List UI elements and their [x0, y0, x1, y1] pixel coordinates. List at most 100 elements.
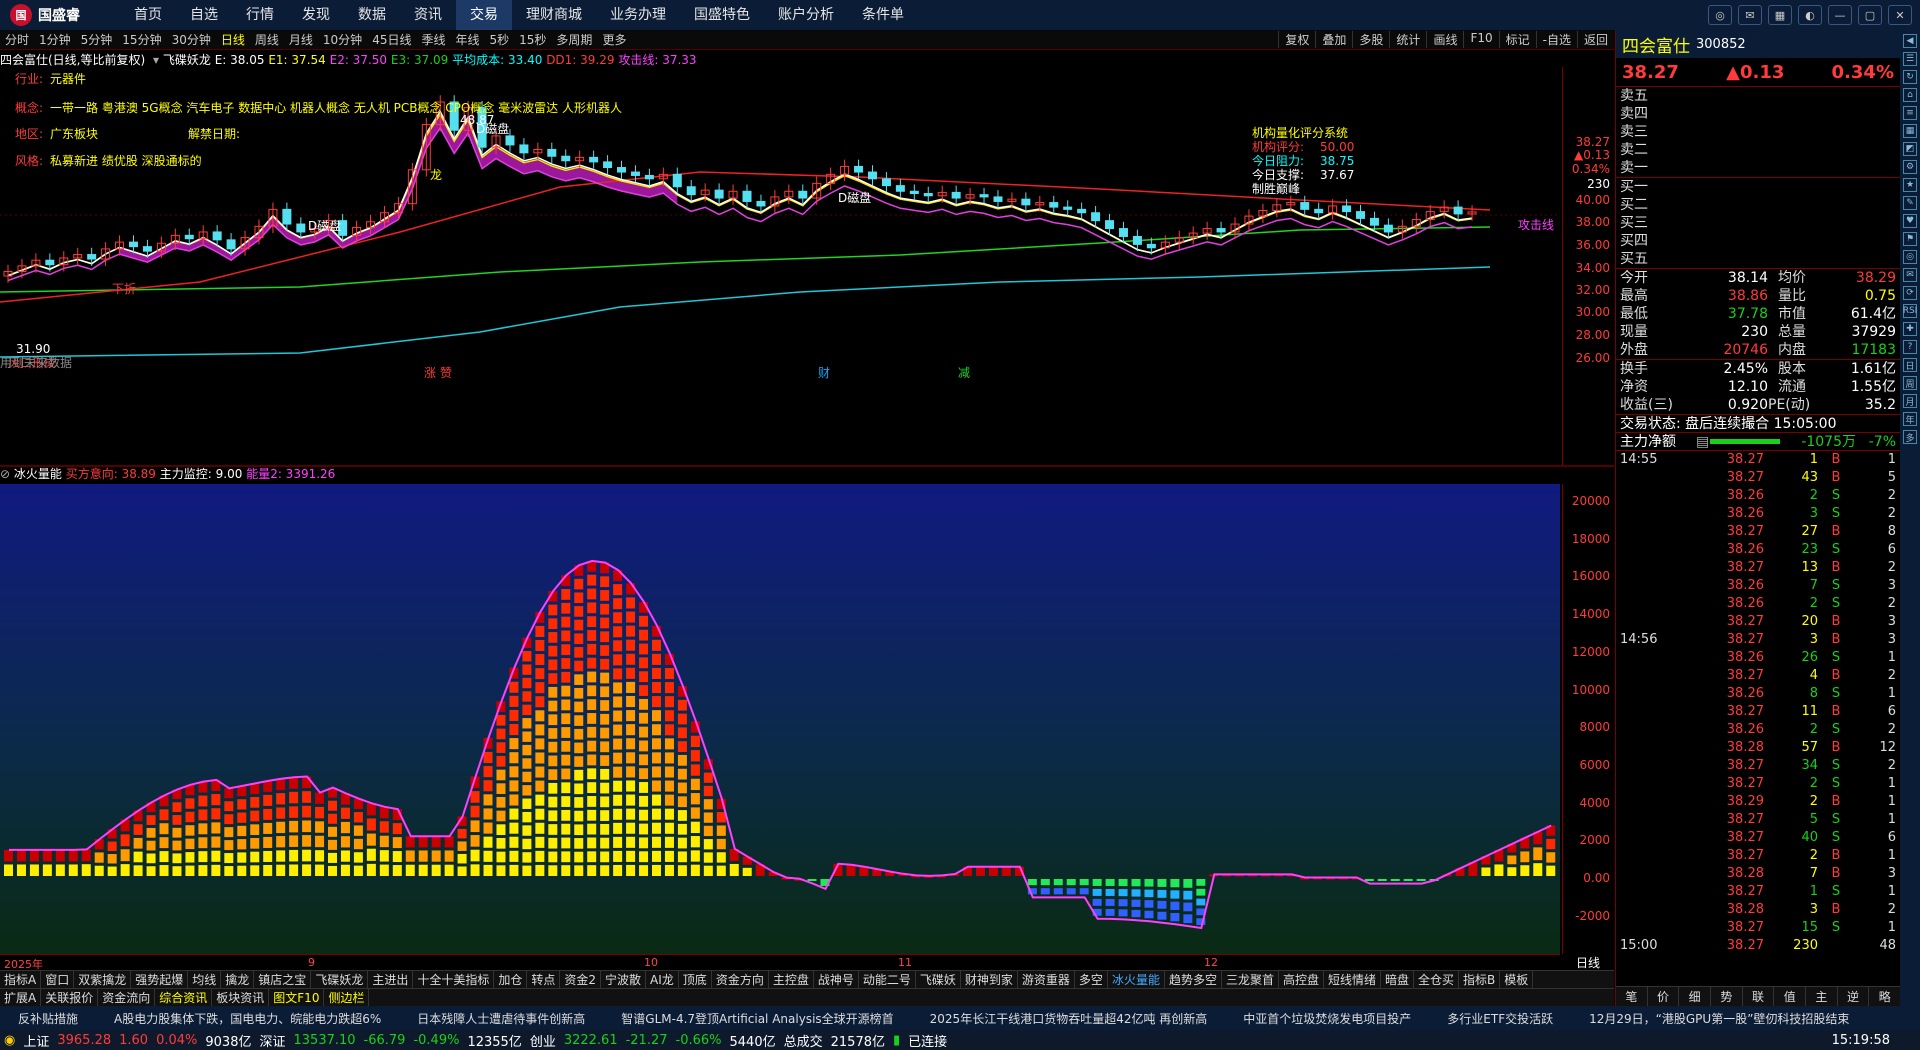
side-tool-0[interactable]: ◀ — [1903, 34, 1917, 48]
period-6[interactable]: 周线 — [250, 31, 284, 48]
indicator-tab-27[interactable]: 高控盘 — [1279, 971, 1324, 988]
indicator-tab-11[interactable]: 转点 — [527, 971, 561, 988]
side-tool-21[interactable]: 年 — [1903, 412, 1917, 426]
nav-item-3[interactable]: 发现 — [288, 0, 344, 30]
nav-item-7[interactable]: 理财商城 — [512, 0, 596, 30]
volume-indicator-name[interactable]: 冰火量能 — [14, 467, 62, 481]
toggle-icon[interactable]: ▤ — [1696, 433, 1710, 450]
period-label[interactable]: 日线 — [1562, 954, 1614, 970]
quote-tab-5[interactable]: 值 — [1774, 987, 1807, 1006]
indicator-tab-31[interactable]: 指标B — [1459, 971, 1501, 988]
side-tool-9[interactable]: ✎ — [1903, 196, 1917, 210]
indicator-tab-1[interactable]: 窗口 — [41, 971, 75, 988]
bid-row-4[interactable]: 买五 — [1616, 250, 1900, 268]
indicator-tab-13[interactable]: 宁波散 — [601, 971, 647, 988]
chart-tool-5[interactable]: F10 — [1463, 31, 1498, 48]
ext-tab-4[interactable]: 板块资讯 — [212, 989, 270, 1006]
quote-tab-3[interactable]: 势 — [1711, 987, 1743, 1006]
bid-row-2[interactable]: 买三 — [1616, 214, 1900, 232]
period-9[interactable]: 45日线 — [367, 31, 416, 48]
nav-item-11[interactable]: 条件单 — [848, 0, 918, 30]
ask-row-1[interactable]: 卖四 — [1616, 105, 1900, 123]
side-tool-8[interactable]: ★ — [1903, 178, 1917, 192]
ask-row-4[interactable]: 卖一 — [1616, 159, 1900, 177]
indicator-tab-32[interactable]: 模板 — [1500, 971, 1534, 988]
ext-tab-0[interactable]: 扩展A — [0, 989, 42, 1006]
quote-tab-4[interactable]: 联 — [1743, 987, 1775, 1006]
tick-list[interactable]: 14:55 38.27 1 B 1 38.27 43 B 5 38.26 2 S 2 38.26 3 S 2 38… — [1616, 450, 1900, 955]
indicator-tab-17[interactable]: 主控盘 — [769, 971, 814, 988]
indicator-tab-24[interactable]: 冰火量能 — [1108, 971, 1165, 988]
ask-row-0[interactable]: 卖五 — [1616, 87, 1900, 105]
side-tool-1[interactable]: ☰ — [1903, 52, 1917, 66]
side-tool-4[interactable]: ≡ — [1903, 106, 1917, 120]
skin-icon[interactable]: ◐ — [1798, 5, 1822, 25]
period-1[interactable]: 1分钟 — [34, 31, 76, 48]
period-10[interactable]: 季线 — [416, 31, 450, 48]
ask-row-2[interactable]: 卖三 — [1616, 123, 1900, 141]
period-14[interactable]: 多周期 — [551, 31, 597, 48]
chart-tool-0[interactable]: 复权 — [1278, 31, 1315, 48]
period-8[interactable]: 10分钟 — [318, 31, 367, 48]
ext-tab-6[interactable]: 侧边栏 — [324, 989, 370, 1006]
nav-item-9[interactable]: 国盛特色 — [680, 0, 764, 30]
grid-icon[interactable]: ▦ — [1768, 5, 1792, 25]
kline-chart[interactable]: 行业: 元器件 概念: 一带一路 粤港澳 5G概念 汽车电子 数据中心 机器人概… — [0, 67, 1560, 465]
ext-tab-2[interactable]: 资金流向 — [98, 989, 156, 1006]
chart-tool-7[interactable]: -自选 — [1535, 31, 1577, 48]
indicator-tab-3[interactable]: 强势起爆 — [131, 971, 189, 988]
indicator-tab-30[interactable]: 全仓买 — [1414, 971, 1460, 988]
period-11[interactable]: 年线 — [450, 31, 484, 48]
indicator-tab-20[interactable]: 飞碟妖 — [916, 971, 961, 988]
news-item-0[interactable]: 反补贴措施 — [0, 1010, 96, 1027]
indicator-tab-28[interactable]: 短线情绪 — [1324, 971, 1382, 988]
nav-item-6[interactable]: 交易 — [456, 0, 512, 30]
nav-item-1[interactable]: 自选 — [176, 0, 232, 30]
indicator-name[interactable]: 飞碟妖龙 — [163, 53, 211, 67]
mail-icon[interactable]: ✉ — [1738, 5, 1762, 25]
chart-tool-3[interactable]: 统计 — [1389, 31, 1426, 48]
indicator-tab-25[interactable]: 趋势多空 — [1165, 971, 1222, 988]
side-tool-7[interactable]: ⚙ — [1903, 160, 1917, 174]
period-2[interactable]: 5分钟 — [76, 31, 118, 48]
max-icon[interactable]: ▢ — [1858, 5, 1882, 25]
news-item-4[interactable]: 2025年长江干线港口货物吞吐量超42亿吨 再创新高 — [912, 1010, 1226, 1027]
indicator-tab-5[interactable]: 擒龙 — [221, 971, 255, 988]
quote-tab-0[interactable]: 笔 — [1616, 987, 1648, 1006]
period-4[interactable]: 30分钟 — [167, 31, 216, 48]
quote-tab-8[interactable]: 略 — [1869, 987, 1902, 1006]
bid-row-0[interactable]: 买一 — [1616, 178, 1900, 196]
chart-tool-1[interactable]: 叠加 — [1315, 31, 1352, 48]
news-item-2[interactable]: 日本残障人士遭虐待事件创新高 — [399, 1010, 603, 1027]
nav-item-2[interactable]: 行情 — [232, 0, 288, 30]
bid-row-3[interactable]: 买四 — [1616, 232, 1900, 250]
ext-tab-5[interactable]: 图文F10 — [269, 989, 325, 1006]
bid-row-1[interactable]: 买二 — [1616, 196, 1900, 214]
nav-item-0[interactable]: 首页 — [120, 0, 176, 30]
side-tool-14[interactable]: ⟳ — [1903, 286, 1917, 300]
indicator-tab-10[interactable]: 加仓 — [494, 971, 528, 988]
indicator-tab-15[interactable]: 顶底 — [679, 971, 712, 988]
period-5[interactable]: 日线 — [216, 31, 250, 48]
indicator-tab-18[interactable]: 战神号 — [814, 971, 859, 988]
side-tool-5[interactable]: ▦ — [1903, 124, 1917, 138]
indicator-tab-12[interactable]: 资金2 — [560, 971, 602, 988]
app-logo[interactable]: 国国盛睿 — [0, 0, 120, 30]
side-tool-11[interactable]: ⚑ — [1903, 232, 1917, 246]
ask-row-3[interactable]: 卖二 — [1616, 141, 1900, 159]
news-item-1[interactable]: A股电力股集体下跌，国电电力、皖能电力跌超6% — [96, 1010, 399, 1027]
side-tool-15[interactable]: RSI — [1903, 304, 1917, 318]
settings-icon[interactable]: ⊘ — [0, 467, 10, 481]
quote-tab-7[interactable]: 逆 — [1838, 987, 1870, 1006]
indicator-tab-26[interactable]: 三龙聚首 — [1222, 971, 1279, 988]
side-tool-20[interactable]: 月 — [1903, 394, 1917, 408]
nav-item-5[interactable]: 资讯 — [400, 0, 456, 30]
indicator-tab-6[interactable]: 镇店之宝 — [254, 971, 312, 988]
side-tool-16[interactable]: ✚ — [1903, 322, 1917, 336]
close-icon[interactable]: ✕ — [1888, 5, 1912, 25]
period-0[interactable]: 分时 — [0, 31, 34, 48]
side-tool-12[interactable]: ◎ — [1903, 250, 1917, 264]
side-tool-22[interactable]: 多 — [1903, 430, 1917, 444]
indicator-tab-19[interactable]: 动能二号 — [859, 971, 916, 988]
indicator-tab-0[interactable]: 指标A — [0, 971, 42, 988]
